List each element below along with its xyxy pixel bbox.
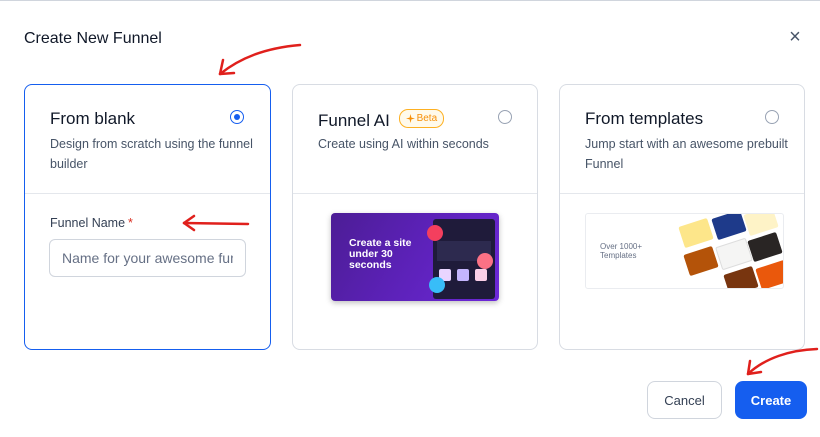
beta-badge: Beta (398, 109, 445, 128)
card-description: Design from scratch using the funnel bui… (50, 137, 253, 171)
card-title: From blank (50, 109, 136, 128)
decor-dot (477, 253, 493, 269)
preview-caption: Over 1000+ Templates (600, 242, 643, 260)
close-icon[interactable]: × (784, 26, 806, 48)
cancel-button[interactable]: Cancel (647, 381, 722, 419)
funnel-name-input[interactable] (49, 239, 246, 277)
option-card-from-templates[interactable]: From templates Jump start with an awesom… (559, 84, 805, 350)
template-thumb (747, 231, 783, 263)
template-thumb (723, 265, 759, 288)
preview-caption: Create a site under 30 seconds (349, 237, 412, 271)
card-description: Jump start with an awesome prebuilt Funn… (585, 137, 788, 171)
option-card-from-blank[interactable]: From blank Design from scratch using the… (24, 84, 271, 350)
modal-title: Create New Funnel (24, 30, 162, 47)
top-border (0, 0, 820, 1)
radio-icon[interactable] (498, 110, 512, 124)
template-thumb (755, 259, 783, 288)
template-thumb (683, 245, 719, 277)
card-divider (560, 193, 804, 194)
template-thumb (678, 217, 714, 249)
funnel-name-label: Funnel Name * (50, 216, 133, 230)
create-button[interactable]: Create (735, 381, 807, 419)
card-divider (293, 193, 537, 194)
funnel-ai-preview-image: Create a site under 30 seconds (331, 213, 499, 301)
card-title-text: Funnel AI (318, 111, 390, 130)
mockup-thumb (475, 269, 487, 281)
annotation-arrow (746, 347, 819, 376)
funnel-name-label-text: Funnel Name (50, 216, 126, 230)
card-title: From templates (585, 109, 704, 128)
decor-dot (427, 225, 443, 241)
required-mark: * (128, 216, 133, 230)
sparkle-icon (405, 114, 415, 123)
card-divider (25, 193, 270, 194)
option-card-funnel-ai[interactable]: Funnel AI Beta Create using AI within se… (292, 84, 538, 350)
templates-preview-image: Over 1000+ Templates (585, 213, 784, 289)
beta-badge-label: Beta (416, 113, 438, 124)
annotation-arrow (218, 43, 302, 76)
template-thumb (711, 214, 747, 241)
mockup-thumb (457, 269, 469, 281)
decor-dot (429, 277, 445, 293)
radio-icon[interactable] (765, 110, 779, 124)
card-title: Funnel AI Beta (318, 109, 445, 131)
card-description: Create using AI within seconds (318, 137, 489, 151)
radio-icon[interactable] (230, 110, 244, 124)
